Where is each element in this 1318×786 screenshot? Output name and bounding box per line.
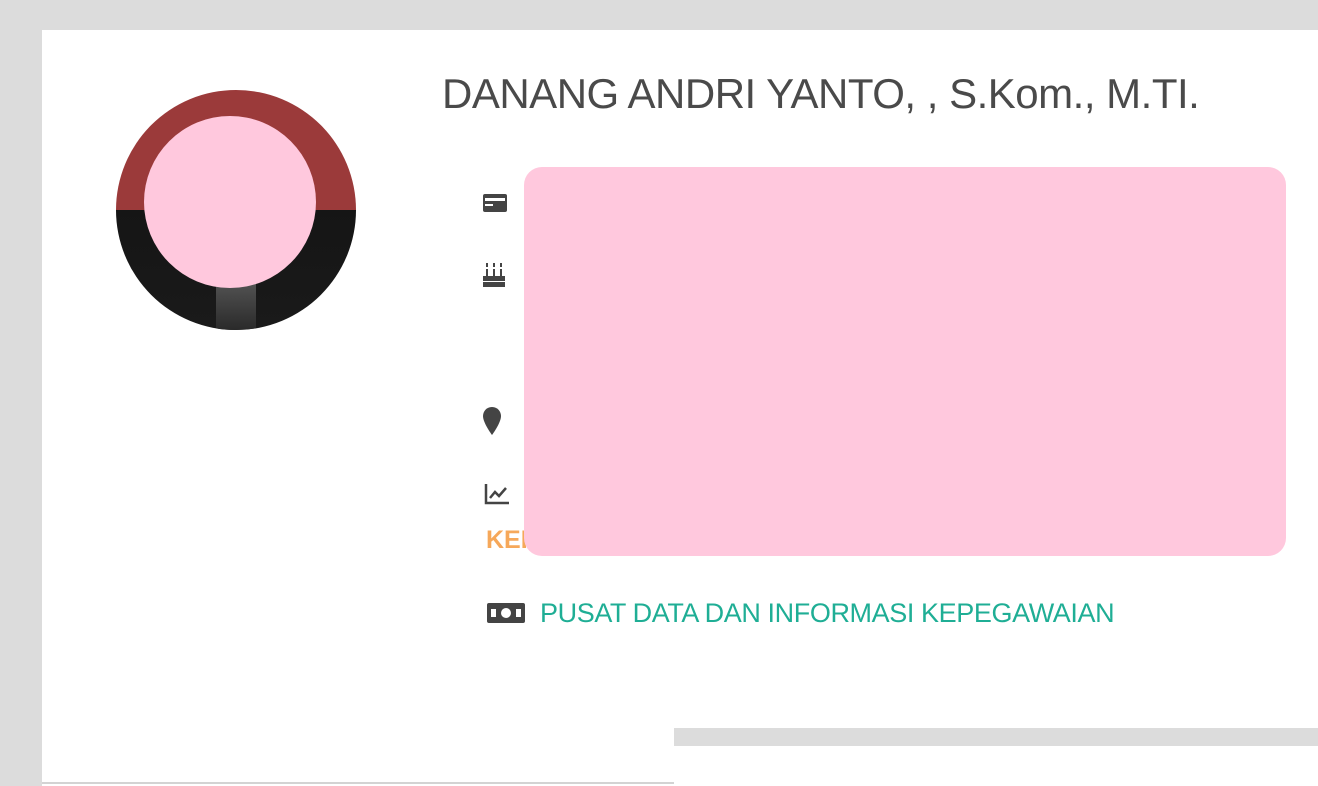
money-bill-icon <box>487 603 525 623</box>
lower-panel <box>674 746 1318 786</box>
redaction-block <box>524 167 1286 556</box>
lower-panel-edge <box>674 728 1318 746</box>
rank-status-text: KEI <box>486 526 528 554</box>
avatar <box>116 90 356 330</box>
card-bottom-border <box>42 782 674 784</box>
map-marker-icon <box>483 407 501 435</box>
avatar-redaction <box>144 116 316 288</box>
work-unit-row: PUSAT DATA DAN INFORMASI KEPEGAWAIAN <box>486 594 1115 632</box>
work-unit-name: PUSAT DATA DAN INFORMASI KEPEGAWAIAN <box>540 597 1115 628</box>
id-card-icon <box>483 194 507 212</box>
birthday-cake-icon <box>483 263 505 287</box>
chart-line-icon <box>484 484 509 505</box>
employee-name: DANANG ANDRI YANTO, , S.Kom., M.TI. <box>442 70 1200 117</box>
